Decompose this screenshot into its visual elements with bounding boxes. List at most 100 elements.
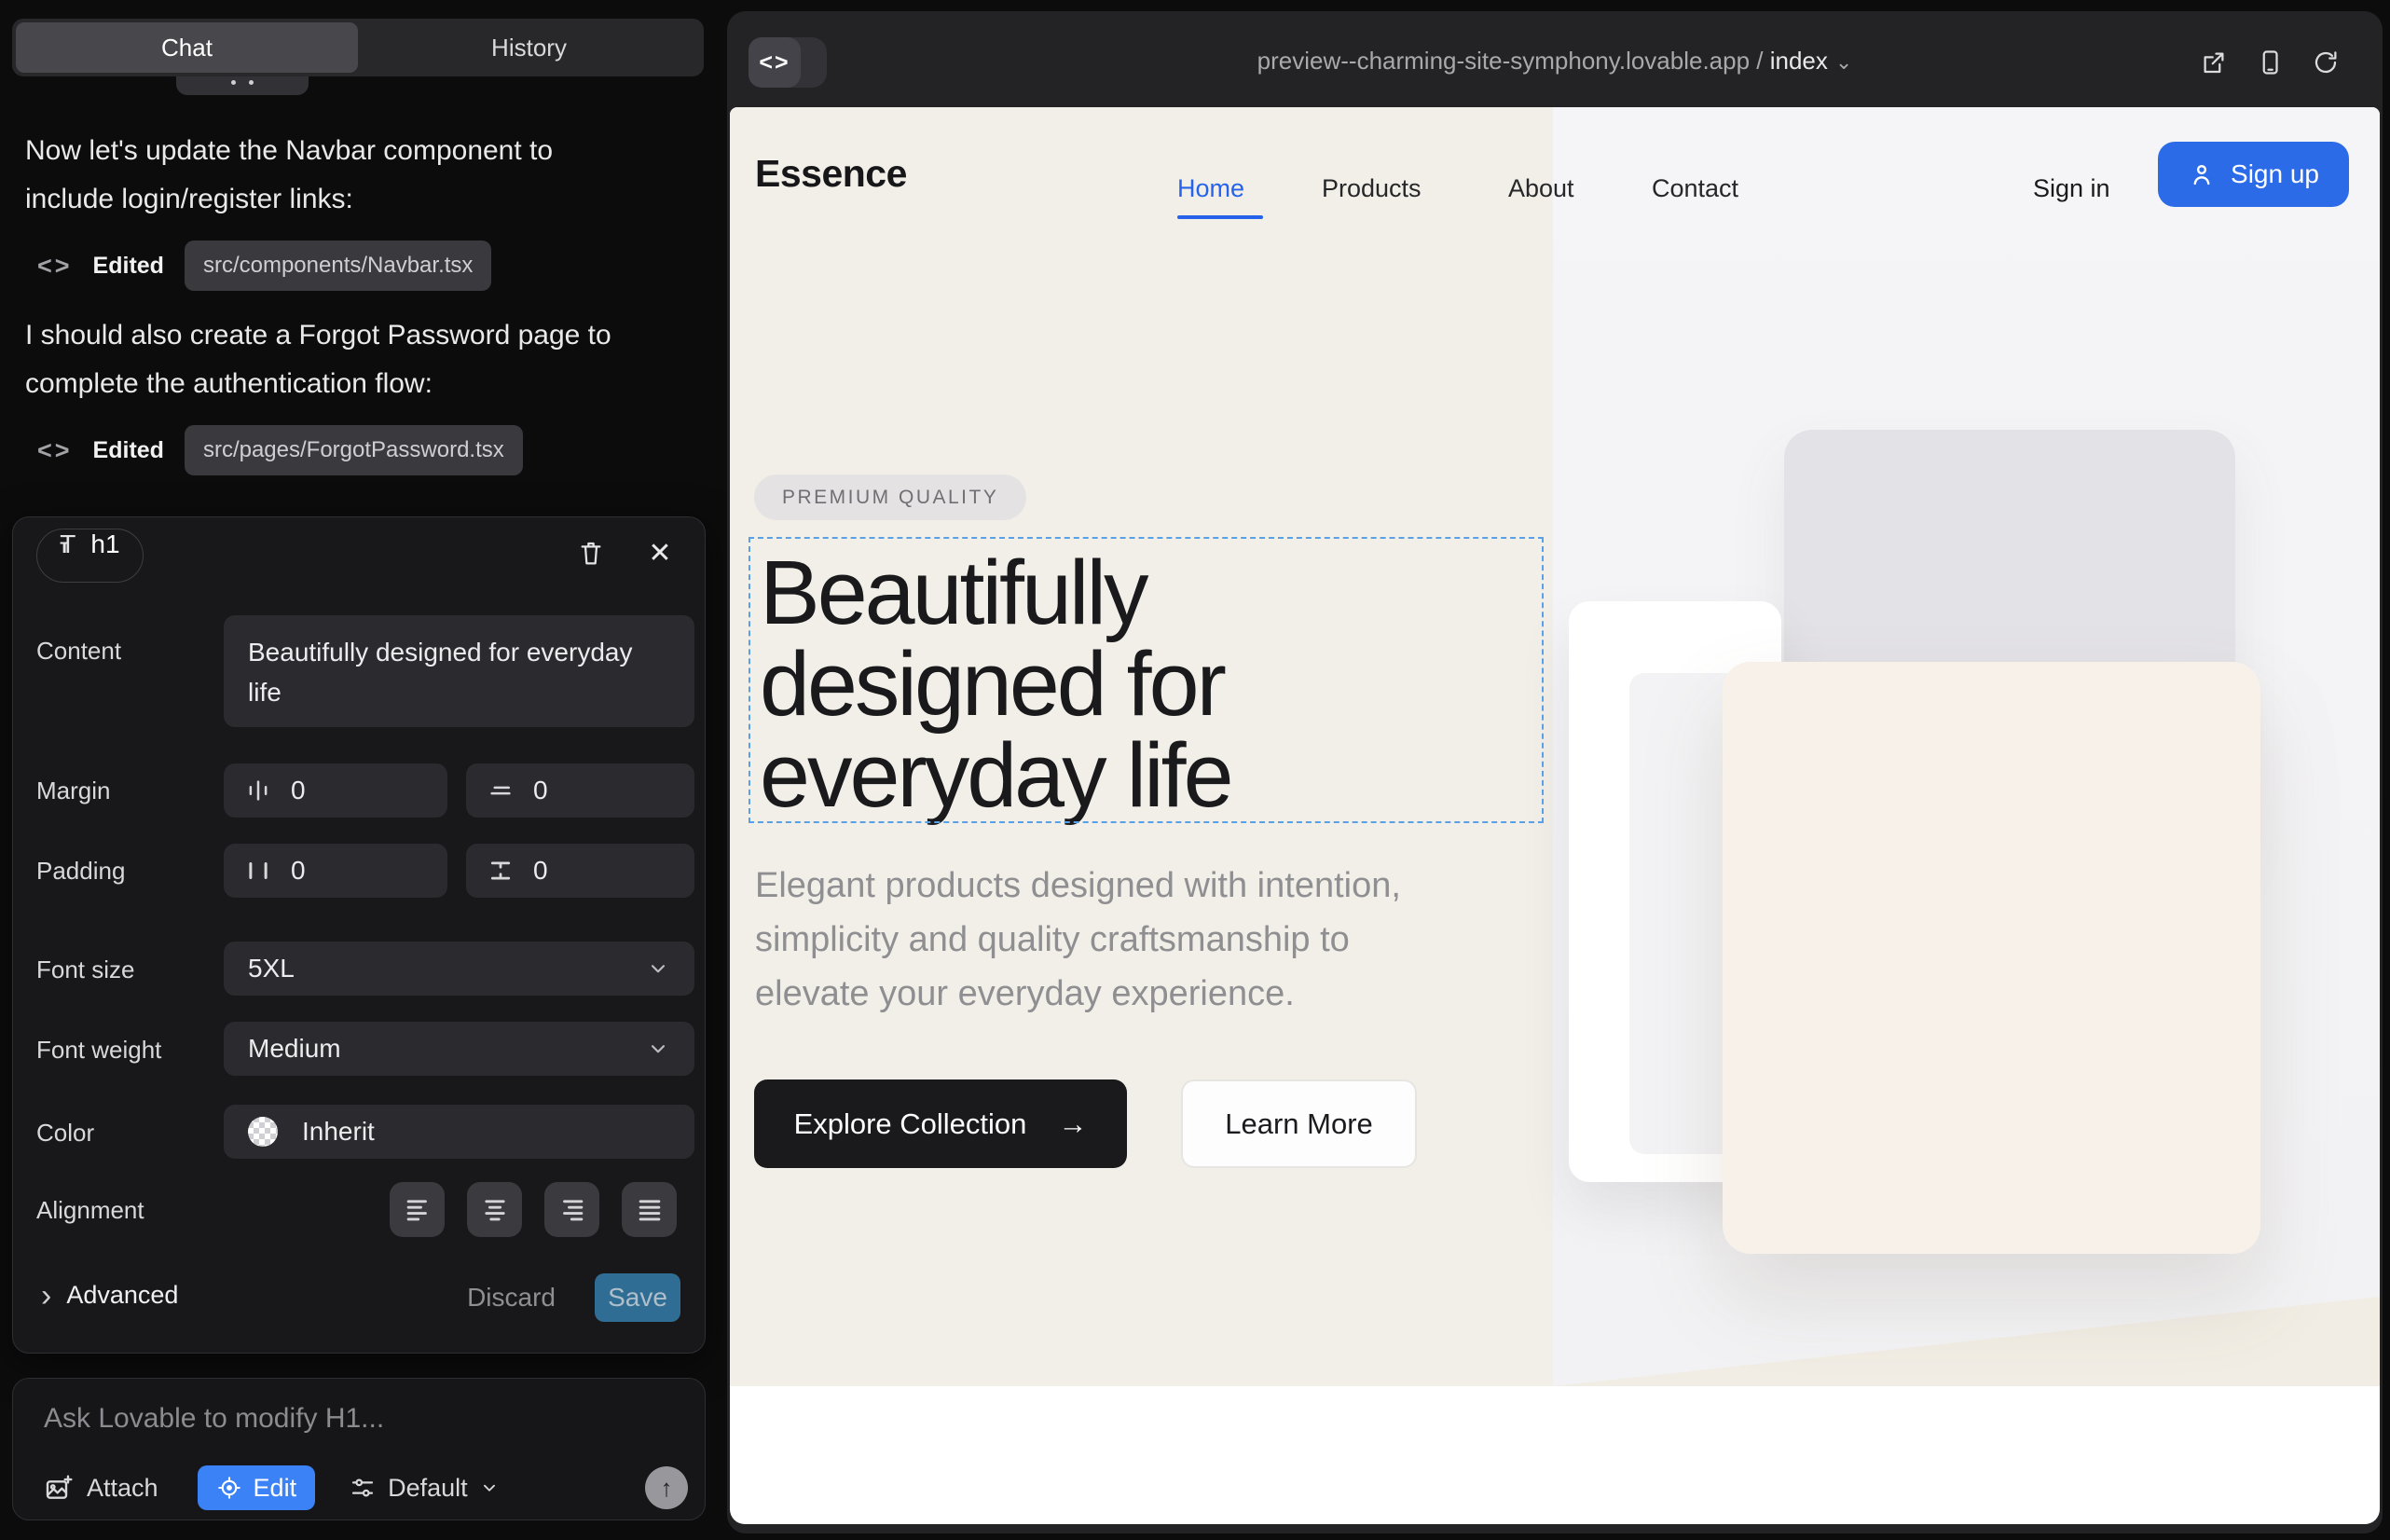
code-icon: <> bbox=[37, 252, 73, 281]
element-type-pill[interactable]: тT h1 bbox=[36, 529, 144, 583]
align-justify-icon bbox=[634, 1194, 666, 1226]
element-tag-label: h1 bbox=[90, 529, 119, 559]
nav-link-home[interactable]: Home bbox=[1177, 174, 1244, 203]
content-input[interactable]: Beautifully designed for everyday life bbox=[224, 615, 694, 727]
save-button[interactable]: Save bbox=[595, 1273, 680, 1322]
close-panel-button[interactable]: ✕ bbox=[641, 534, 679, 571]
app-window: Chat History Now let's update the Navbar… bbox=[0, 0, 2390, 1540]
align-center-button[interactable] bbox=[467, 1182, 522, 1237]
margin-x-input[interactable]: 0 bbox=[224, 763, 447, 818]
edited-label: Edited bbox=[93, 253, 164, 280]
hero-paragraph: Elegant products designed with intention… bbox=[755, 859, 1401, 1021]
align-center-icon bbox=[479, 1194, 511, 1226]
selection-outline[interactable] bbox=[749, 537, 1544, 823]
margin-label: Margin bbox=[36, 777, 110, 805]
padding-y-input[interactable]: 0 bbox=[466, 844, 694, 898]
trash-icon bbox=[576, 538, 606, 568]
close-icon: ✕ bbox=[648, 537, 671, 570]
alignment-label: Alignment bbox=[36, 1196, 144, 1225]
image-plus-icon bbox=[44, 1473, 74, 1503]
font-size-label: Font size bbox=[36, 956, 135, 984]
arrow-right-icon: → bbox=[1058, 1107, 1087, 1141]
edited-file-row: <> Edited src/pages/ForgotPassword.tsx bbox=[37, 425, 523, 475]
color-swatch-transparent bbox=[248, 1117, 278, 1147]
delete-element-button[interactable] bbox=[572, 534, 610, 571]
editor-footer: › Advanced Discard Save bbox=[13, 1266, 705, 1331]
alignment-button-group bbox=[390, 1182, 677, 1237]
padding-vertical-icon bbox=[487, 857, 515, 885]
send-button[interactable]: ↑ bbox=[645, 1466, 688, 1509]
preview-page: Essence Home Products About Contact Sign… bbox=[730, 107, 2380, 1524]
chevron-down-icon bbox=[646, 1037, 670, 1061]
target-icon bbox=[216, 1475, 242, 1501]
chat-history-tabbar: Chat History bbox=[12, 19, 704, 76]
open-in-new-tab-button[interactable] bbox=[2198, 47, 2230, 78]
margin-vertical-icon bbox=[487, 777, 515, 804]
chevron-down-icon: ⌄ bbox=[1835, 50, 1852, 74]
chat-message: I should also create a Forgot Password p… bbox=[25, 311, 682, 408]
content-label: Content bbox=[36, 637, 121, 666]
mobile-view-button[interactable] bbox=[2254, 47, 2286, 78]
align-justify-button[interactable] bbox=[622, 1182, 677, 1237]
tab-chat[interactable]: Chat bbox=[16, 22, 358, 73]
phone-icon bbox=[2256, 48, 2284, 76]
chevron-down-icon bbox=[479, 1478, 500, 1498]
chevron-right-icon: › bbox=[41, 1286, 51, 1305]
nav-link-about[interactable]: About bbox=[1508, 174, 1574, 203]
align-left-icon bbox=[402, 1194, 433, 1226]
preview-page-name: index bbox=[1770, 47, 1828, 75]
align-right-button[interactable] bbox=[544, 1182, 599, 1237]
element-editor-panel: тT h1 ✕ Content Beautifully designed for… bbox=[12, 516, 706, 1354]
preview-toolbar-icons bbox=[2198, 47, 2342, 78]
sign-in-link[interactable]: Sign in bbox=[2033, 174, 2110, 203]
chevron-down-icon bbox=[646, 956, 670, 981]
nav-link-products[interactable]: Products bbox=[1322, 174, 1422, 203]
arrow-up-icon: ↑ bbox=[661, 1474, 673, 1503]
refresh-button[interactable] bbox=[2310, 47, 2342, 78]
preview-url[interactable]: preview--charming-site-symphony.lovable.… bbox=[727, 47, 2383, 76]
sliders-icon bbox=[349, 1474, 377, 1502]
attach-button[interactable]: Attach bbox=[44, 1473, 158, 1503]
nav-active-underline bbox=[1177, 215, 1263, 219]
color-label: Color bbox=[36, 1119, 94, 1148]
site-logo[interactable]: Essence bbox=[755, 152, 907, 196]
padding-label: Padding bbox=[36, 857, 125, 886]
padding-x-input[interactable]: 0 bbox=[224, 844, 447, 898]
typography-icon: тT bbox=[60, 529, 76, 559]
sign-up-button[interactable]: Sign up bbox=[2158, 142, 2349, 207]
url-separator: / bbox=[1750, 47, 1770, 75]
code-icon: <> bbox=[37, 436, 73, 465]
user-icon bbox=[2188, 160, 2216, 188]
margin-y-input[interactable]: 0 bbox=[466, 763, 694, 818]
model-default-dropdown[interactable]: Default bbox=[349, 1474, 500, 1503]
align-left-button[interactable] bbox=[390, 1182, 445, 1237]
font-weight-select[interactable]: Medium bbox=[224, 1022, 694, 1076]
composer-input[interactable]: Ask Lovable to modify H1... bbox=[44, 1403, 384, 1435]
scrolled-pill-fragment bbox=[176, 76, 309, 95]
learn-more-button[interactable]: Learn More bbox=[1181, 1079, 1417, 1168]
refresh-icon bbox=[2312, 48, 2340, 76]
preview-frame: <> preview--charming-site-symphony.lovab… bbox=[727, 11, 2383, 1533]
align-right-icon bbox=[556, 1194, 588, 1226]
explore-collection-button[interactable]: Explore Collection → bbox=[754, 1079, 1127, 1168]
edit-mode-button[interactable]: Edit bbox=[198, 1465, 316, 1510]
margin-horizontal-icon bbox=[244, 777, 272, 804]
tab-history[interactable]: History bbox=[358, 22, 700, 73]
file-chip[interactable]: src/pages/ForgotPassword.tsx bbox=[185, 425, 523, 475]
font-size-select[interactable]: 5XL bbox=[224, 942, 694, 996]
chat-message: Now let's update the Navbar component to… bbox=[25, 127, 626, 224]
advanced-toggle[interactable]: › Advanced bbox=[41, 1281, 178, 1310]
chat-composer: Ask Lovable to modify H1... Attach Edit bbox=[12, 1378, 706, 1520]
color-select[interactable]: Inherit bbox=[224, 1105, 694, 1159]
premium-quality-badge: PREMIUM QUALITY bbox=[754, 474, 1026, 520]
discard-button[interactable]: Discard bbox=[467, 1283, 556, 1313]
file-chip[interactable]: src/components/Navbar.tsx bbox=[185, 241, 491, 291]
preview-domain: preview--charming-site-symphony.lovable.… bbox=[1257, 47, 1750, 75]
external-link-icon bbox=[2200, 48, 2228, 76]
padding-horizontal-icon bbox=[244, 857, 272, 885]
nav-link-contact[interactable]: Contact bbox=[1652, 174, 1738, 203]
composer-toolbar: Attach Edit Default bbox=[44, 1464, 688, 1511]
edited-label: Edited bbox=[93, 437, 164, 464]
hero-section: Essence Home Products About Contact Sign… bbox=[730, 107, 2380, 1386]
decor-card-beige bbox=[1723, 662, 2260, 1254]
